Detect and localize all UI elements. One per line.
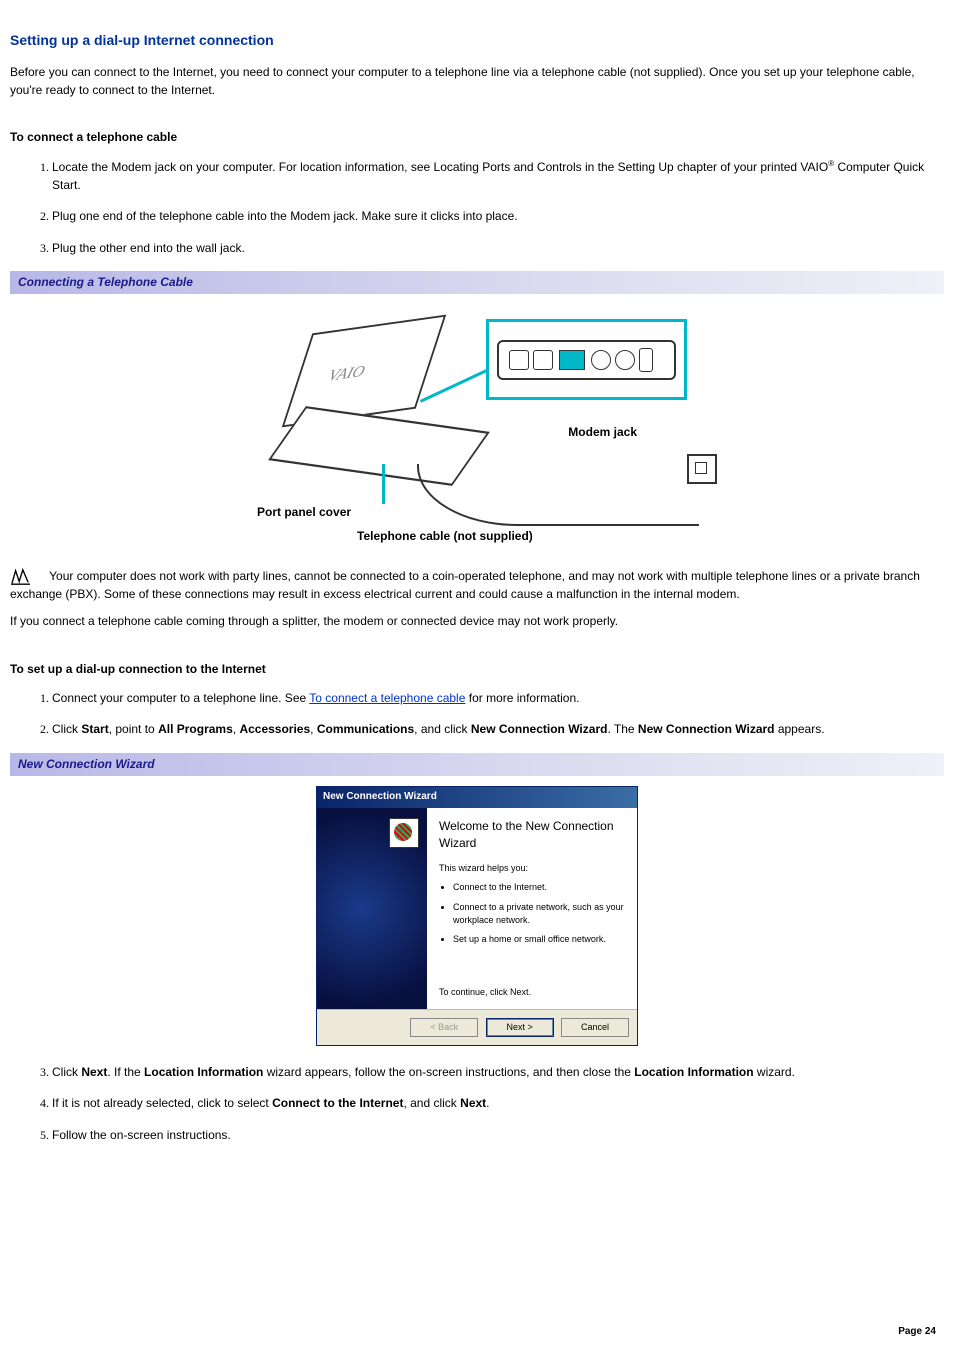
step-item: Locate the Modem jack on your computer. … (52, 158, 944, 194)
port-zoom (486, 319, 687, 400)
wizard-heading: Welcome to the New Connection Wizard (439, 818, 625, 853)
page-number: Page 24 (898, 1325, 936, 1340)
figure2-caption: New Connection Wizard (10, 753, 944, 776)
step-item: Follow the on-screen instructions. (52, 1127, 944, 1144)
note-paragraph: Your computer does not work with party l… (10, 568, 944, 603)
page-title: Setting up a dial-up Internet connection (10, 30, 944, 50)
steps-list-2: Connect your computer to a telephone lin… (10, 690, 944, 739)
wizard-helps-text: This wizard helps you: (439, 862, 625, 875)
step-item: Click Next. If the Location Information … (52, 1064, 944, 1081)
label-port-cover: Port panel cover (257, 504, 351, 521)
step-item: Plug the other end into the wall jack. (52, 240, 944, 257)
label-modem-jack: Modem jack (568, 424, 637, 441)
next-button[interactable]: Next > (486, 1018, 554, 1037)
wizard-main: Welcome to the New Connection Wizard Thi… (427, 808, 637, 1009)
wizard-titlebar: New Connection Wizard (317, 787, 637, 808)
figure1-caption: Connecting a Telephone Cable (10, 271, 944, 294)
step-item: Connect your computer to a telephone lin… (52, 690, 944, 707)
wall-jack-icon (687, 454, 717, 484)
wizard-footer: < Back Next > Cancel (317, 1009, 637, 1045)
cancel-button[interactable]: Cancel (561, 1018, 629, 1037)
section1-heading: To connect a telephone cable (10, 129, 944, 146)
section2-heading: To set up a dial-up connection to the In… (10, 661, 944, 678)
wizard-bullet: Set up a home or small office network. (453, 933, 625, 946)
note2-paragraph: If you connect a telephone cable coming … (10, 613, 944, 630)
label-telephone-cable: Telephone cable (not supplied) (357, 528, 533, 545)
step-item: Click Start, point to All Programs, Acce… (52, 721, 944, 738)
wizard-bullet: Connect to the Internet. (453, 881, 625, 894)
intro-paragraph: Before you can connect to the Internet, … (10, 64, 944, 99)
step-item: Plug one end of the telephone cable into… (52, 208, 944, 225)
link-telephone-cable[interactable]: To connect a telephone cable (309, 691, 465, 705)
note-icon (10, 568, 32, 586)
wizard-sidebar (317, 808, 427, 1009)
wizard-bullet: Connect to a private network, such as yo… (453, 901, 625, 927)
figure2: New Connection Wizard Welcome to the New… (10, 776, 944, 1064)
steps-list-1: Locate the Modem jack on your computer. … (10, 158, 944, 257)
step-item: If it is not already selected, click to … (52, 1095, 944, 1112)
wizard-window: New Connection Wizard Welcome to the New… (316, 786, 638, 1046)
figure1: Modem jack Port panel cover Telephone ca… (10, 294, 944, 567)
back-button[interactable]: < Back (410, 1018, 478, 1037)
wizard-globe-icon (389, 818, 419, 848)
wizard-continue-text: To continue, click Next. (439, 986, 625, 999)
steps-list-2-cont: Click Next. If the Location Information … (10, 1064, 944, 1144)
